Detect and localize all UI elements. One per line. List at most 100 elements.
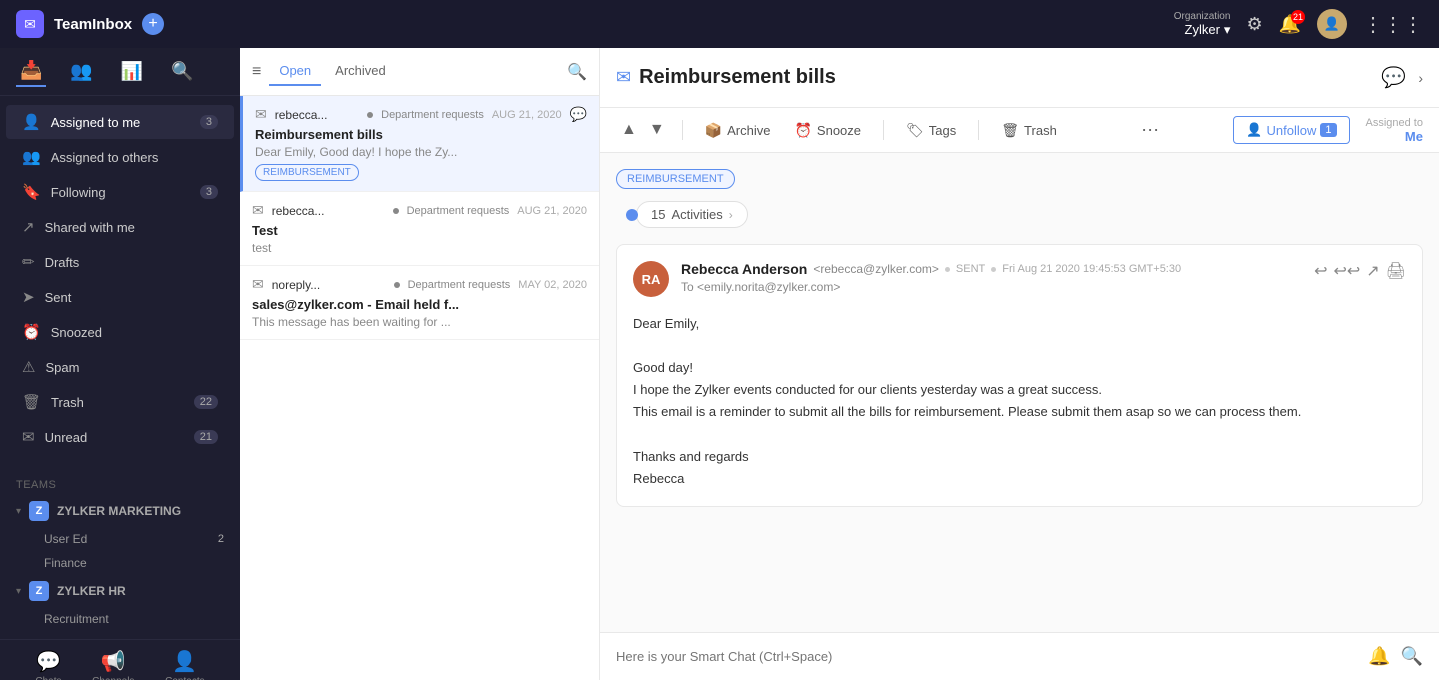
toolbar-divider3 <box>978 120 979 140</box>
activities-button[interactable]: 15 Activities › <box>636 201 748 228</box>
sidebar-item-unread[interactable]: ✉ Unread 21 <box>6 420 234 454</box>
smart-chat-input[interactable] <box>616 649 1368 664</box>
chevron-right-icon: › <box>729 208 733 222</box>
email-item-header: ✉ rebecca... Department requests AUG 21,… <box>252 202 587 219</box>
sidebar-item-shared-with-me[interactable]: ↗ Shared with me <box>6 210 234 244</box>
notification-bell[interactable]: 🔔 21 <box>1279 14 1301 35</box>
search-smart-icon[interactable]: 🔍 <box>1401 646 1423 667</box>
email-item[interactable]: ✉ noreply... Department requests MAY 02,… <box>240 266 599 340</box>
user-avatar[interactable]: 👤 <box>1317 9 1347 39</box>
unfollow-count: 1 <box>1320 123 1336 137</box>
nav-count-unread: 21 <box>194 430 218 444</box>
filter-icon[interactable]: ≡ <box>252 63 261 81</box>
org-section[interactable]: Organization Zylker ▾ <box>1174 11 1231 38</box>
assigned-badge: Assigned to Me <box>1366 117 1423 144</box>
archive-button[interactable]: 📦 Archive <box>695 117 781 144</box>
print-button[interactable]: 🖨 <box>1386 261 1406 281</box>
nav-label-drafts: Drafts <box>45 255 218 270</box>
next-button[interactable]: ▼ <box>644 118 670 142</box>
dot-divider <box>394 282 400 288</box>
tag-row: REIMBURSEMENT <box>616 169 1423 189</box>
spam-icon: ⚠ <box>22 358 35 376</box>
bottom-bar: 💬 Chats 📢 Channels 👤 Contacts <box>0 639 240 680</box>
org-label: Organization <box>1174 11 1231 22</box>
chats-button[interactable]: 💬 Chats <box>35 649 61 680</box>
sidebar-item-trash[interactable]: 🗑 Trash 22 <box>6 385 234 419</box>
snooze-button[interactable]: ⏰ Snooze <box>784 117 871 144</box>
activities-label: Activities <box>671 207 722 222</box>
more-options-button[interactable]: ⋯ <box>1141 120 1159 141</box>
grid-icon[interactable]: ⋮⋮⋮ <box>1363 12 1423 37</box>
sidebar-item-recruitment[interactable]: Recruitment <box>16 607 224 631</box>
sidebar-item-user-ed[interactable]: User Ed 2 <box>16 527 224 551</box>
contacts-button[interactable]: 👤 Contacts <box>165 649 204 680</box>
expand-icon[interactable]: › <box>1418 70 1423 86</box>
sidebar-item-snoozed[interactable]: ⏰ Snoozed <box>6 315 234 349</box>
sidebar-item-drafts[interactable]: ✏ Drafts <box>6 245 234 279</box>
team-zylker-marketing[interactable]: ▾ Z ZYLKER MARKETING <box>16 495 224 527</box>
trash-button[interactable]: 🗑 Trash <box>991 117 1067 144</box>
email-sender: rebecca... <box>275 108 359 122</box>
sidebar-nav: 👤 Assigned to me 3 👥 Assigned to others … <box>0 96 240 463</box>
sidebar-item-spam[interactable]: ⚠ Spam <box>6 350 234 384</box>
tab-archived[interactable]: Archived <box>325 57 396 86</box>
sender-name: Rebecca Anderson <box>681 261 807 277</box>
tags-button[interactable]: 🏷 Tags <box>896 117 966 144</box>
add-button[interactable]: + <box>142 13 164 35</box>
notification-icon[interactable]: 🔔 <box>1368 646 1390 667</box>
snoozed-icon: ⏰ <box>22 323 41 341</box>
sidebar-item-assigned-to-me[interactable]: 👤 Assigned to me 3 <box>6 105 234 139</box>
toolbar: ▲ ▼ 📦 Archive ⏰ Snooze 🏷 Tags 🗑 Trash <box>600 108 1439 153</box>
email-dept: Department requests <box>408 279 511 291</box>
unfollow-button[interactable]: 👤 Unfollow 1 <box>1233 116 1349 144</box>
team-avatar-marketing: Z <box>29 501 49 521</box>
nav-label-unread: Unread <box>45 430 184 445</box>
nav-label-sent: Sent <box>45 290 218 305</box>
top-header: ✉ TeamInbox + Organization Zylker ▾ ⚙ 🔔 … <box>0 0 1439 48</box>
notification-badge: 21 <box>1291 10 1305 24</box>
inbox-icon[interactable]: 📥 <box>16 56 46 87</box>
right-panel: ✉ Reimbursement bills 💬 › ▲ ▼ 📦 Archive … <box>600 48 1439 680</box>
nav-count-assigned-to-me: 3 <box>200 115 218 129</box>
right-header: ✉ Reimbursement bills 💬 › <box>600 48 1439 108</box>
search-button[interactable]: 🔍 <box>567 62 587 82</box>
sidebar-item-finance[interactable]: Finance <box>16 551 224 575</box>
message-header: RA Rebecca Anderson <rebecca@zylker.com>… <box>633 261 1406 297</box>
team-zylker-hr[interactable]: ▾ Z ZYLKER HR <box>16 575 224 607</box>
email-date: AUG 21, 2020 <box>492 109 562 121</box>
nav-label-spam: Spam <box>45 360 218 375</box>
header-right: Organization Zylker ▾ ⚙ 🔔 21 👤 ⋮⋮⋮ <box>1174 9 1423 39</box>
reply-button[interactable]: ↩ <box>1314 261 1327 281</box>
forward-button[interactable]: ↗ <box>1366 261 1379 281</box>
sidebar-item-assigned-to-others[interactable]: 👥 Assigned to others <box>6 140 234 174</box>
reply-all-button[interactable]: ↩↩ <box>1333 261 1360 281</box>
middle-panel: ≡ Open Archived 🔍 ✉ rebecca... Departmen… <box>240 48 600 680</box>
email-item[interactable]: ✉ rebecca... Department requests AUG 21,… <box>240 192 599 266</box>
contacts-icon[interactable]: 👥 <box>66 57 96 86</box>
chat-icon: 💬 <box>570 106 587 123</box>
unfollow-label: Unfollow <box>1267 123 1317 138</box>
org-name: Zylker ▾ <box>1185 22 1231 38</box>
middle-header: ≡ Open Archived 🔍 <box>240 48 599 96</box>
channels-button[interactable]: 📢 Channels <box>92 649 134 680</box>
settings-icon[interactable]: ⚙ <box>1246 14 1262 35</box>
email-preview: test <box>252 241 587 255</box>
app-title: TeamInbox <box>54 16 132 33</box>
analytics-icon[interactable]: 📊 <box>117 57 147 86</box>
email-item[interactable]: ✉ rebecca... Department requests AUG 21,… <box>240 96 599 192</box>
dot-divider <box>945 267 950 272</box>
share-icon: ↗ <box>22 218 35 236</box>
email-sender: noreply... <box>272 278 386 292</box>
email-content-area: REIMBURSEMENT 15 Activities › RA Rebecca… <box>600 153 1439 632</box>
sidebar-item-sent[interactable]: ➤ Sent <box>6 280 234 314</box>
tab-open[interactable]: Open <box>269 57 321 86</box>
prev-button[interactable]: ▲ <box>616 118 642 142</box>
drafts-icon: ✏ <box>22 253 35 271</box>
nav-label-trash: Trash <box>51 395 184 410</box>
archive-label: Archive <box>727 123 770 138</box>
contacts-icon: 👤 <box>172 649 197 674</box>
sidebar-item-following[interactable]: 🔖 Following 3 <box>6 175 234 209</box>
search-icon[interactable]: 🔍 <box>167 57 197 86</box>
chat-toggle-button[interactable]: 💬 <box>1373 61 1414 94</box>
content-tag: REIMBURSEMENT <box>616 169 735 189</box>
